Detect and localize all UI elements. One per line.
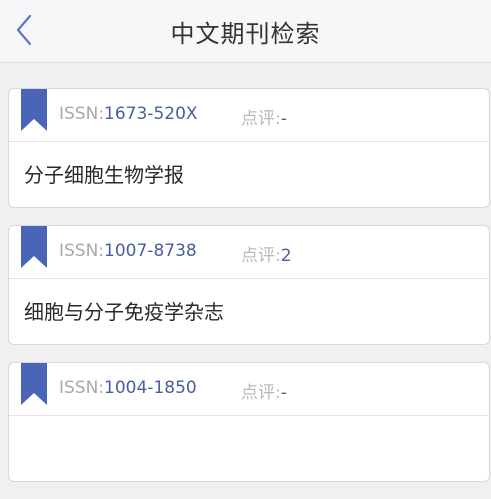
issn-label: ISSN: [59,378,105,398]
rating-value: 2 [280,246,292,266]
rating-value: - [280,109,287,129]
journal-name: 分子细胞生物学报 [24,163,184,187]
rating-field: 点评:- [241,104,287,129]
rating-label: 点评: [241,109,281,129]
rating-field: 点评:- [241,378,287,403]
bookmark-icon [21,226,47,268]
issn-value: 1673-520X [104,104,198,124]
bookmark-icon [21,363,47,405]
rating-label: 点评: [241,246,281,266]
journal-card-header: ISSN:1673-520X 点评:- [9,89,489,142]
issn-field: ISSN:1007-8738 [59,241,197,261]
rating-label: 点评: [241,383,281,403]
journal-name: 细胞与分子免疫学杂志 [24,300,224,324]
rating-value: - [280,383,287,403]
journal-card[interactable]: ISSN:1004-1850 点评:- [8,362,490,482]
header-bar: 中文期刊检索 [0,0,491,63]
journal-card-header: ISSN:1007-8738 点评:2 [9,226,489,279]
journal-card-header: ISSN:1004-1850 点评:- [9,363,489,416]
issn-label: ISSN: [59,241,105,261]
journal-card[interactable]: ISSN:1007-8738 点评:2 细胞与分子免疫学杂志 [8,225,490,345]
rating-field: 点评:2 [241,241,292,266]
issn-label: ISSN: [59,104,105,124]
page-title: 中文期刊检索 [170,20,321,48]
issn-value: 1004-1850 [104,378,197,398]
journal-list: ISSN:1673-520X 点评:- 分子细胞生物学报 ISSN:1007-8… [8,88,490,499]
journal-card[interactable]: ISSN:1673-520X 点评:- 分子细胞生物学报 [8,88,490,208]
issn-field: ISSN:1673-520X [59,104,198,124]
bookmark-icon [21,89,47,131]
issn-value: 1007-8738 [104,241,197,261]
issn-field: ISSN:1004-1850 [59,378,197,398]
